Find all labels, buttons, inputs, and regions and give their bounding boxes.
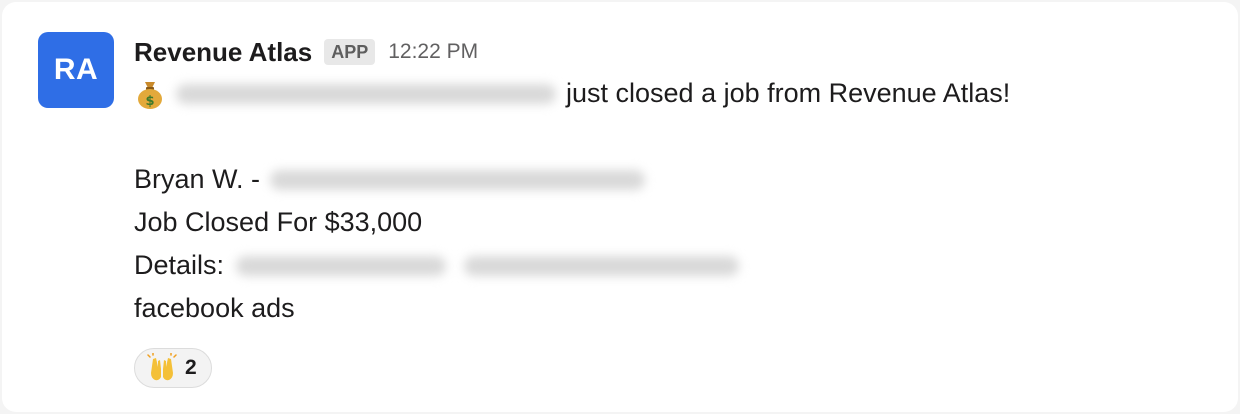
redacted-client-name xyxy=(176,83,556,104)
client-line: Bryan W. - xyxy=(134,158,1198,201)
message-timestamp[interactable]: 12:22 PM xyxy=(388,40,478,64)
service-line: facebook ads xyxy=(134,287,1198,330)
avatar-initials: RA xyxy=(53,53,99,86)
redacted-phone xyxy=(236,255,447,276)
message-header: Revenue Atlas APP 12:22 PM xyxy=(134,32,1198,72)
details-line: Details: xyxy=(134,244,1198,287)
money-bag-icon: $ xyxy=(134,78,166,110)
details-label: Details: xyxy=(134,250,225,280)
job-closed-line: Job Closed For $33,000 xyxy=(134,201,1198,244)
svg-text:$: $ xyxy=(145,94,154,109)
app-badge: APP xyxy=(324,39,376,65)
announcement-text: just closed a job from Revenue Atlas! xyxy=(566,78,1011,108)
announcement-line: $ just closed a job from Revenue Atlas! xyxy=(134,72,1198,115)
client-name-prefix: Bryan W. - xyxy=(134,164,261,194)
reaction-count: 2 xyxy=(185,356,197,379)
redacted-client-info xyxy=(270,169,646,190)
sender-name[interactable]: Revenue Atlas xyxy=(134,37,312,68)
message-card: RA Revenue Atlas APP 12:22 PM $ just clo… xyxy=(2,2,1238,412)
service-text: facebook ads xyxy=(134,293,295,323)
job-closed-text: Job Closed For $33,000 xyxy=(134,207,423,237)
raised-hands-icon xyxy=(147,353,177,383)
redacted-email xyxy=(464,255,740,276)
reaction-pill[interactable]: 2 xyxy=(134,348,212,388)
message-content: Revenue Atlas APP 12:22 PM $ just closed… xyxy=(134,32,1198,330)
app-avatar[interactable]: RA xyxy=(38,32,114,108)
